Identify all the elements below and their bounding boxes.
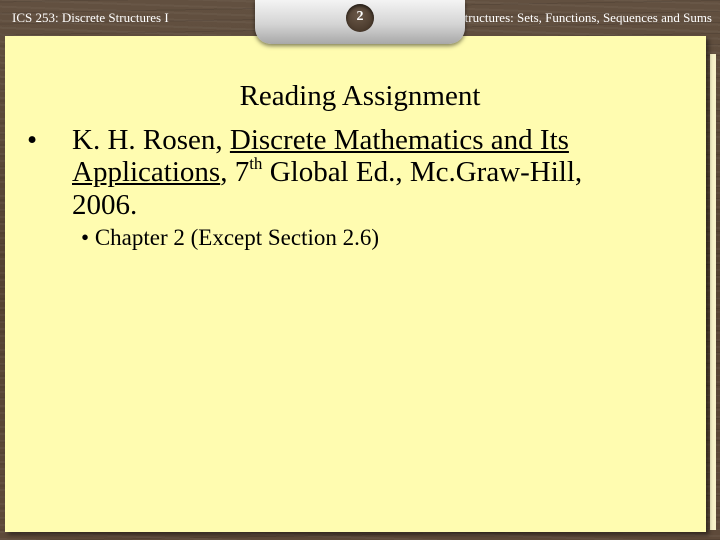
chapter-bullet: • Chapter 2 (Except Section 2.6) — [81, 225, 379, 251]
reference-text: K. H. Rosen, Discrete Mathematics and It… — [72, 124, 647, 221]
bullet-marker: • — [27, 124, 38, 156]
paper-edge — [710, 54, 716, 530]
chapter-text: Chapter 2 (Except Section 2.6) — [94, 225, 380, 250]
binder-clip: 2 — [255, 0, 465, 44]
paper-sheet: Reading Assignment • K. H. Rosen, Discre… — [5, 36, 706, 532]
page-number: 2 — [356, 9, 364, 24]
slide-title: Reading Assignment — [239, 80, 481, 112]
sub-bullet-marker: • — [81, 225, 90, 250]
course-title: ICS 253: Discrete Structures I — [12, 10, 169, 25]
reference-author: K. H. Rosen, — [72, 124, 230, 156]
slide-topic: Basic Structures: Sets, Functions, Seque… — [425, 10, 712, 25]
edition-superscript: th — [249, 154, 263, 174]
edition-number: , 7 — [220, 156, 250, 189]
